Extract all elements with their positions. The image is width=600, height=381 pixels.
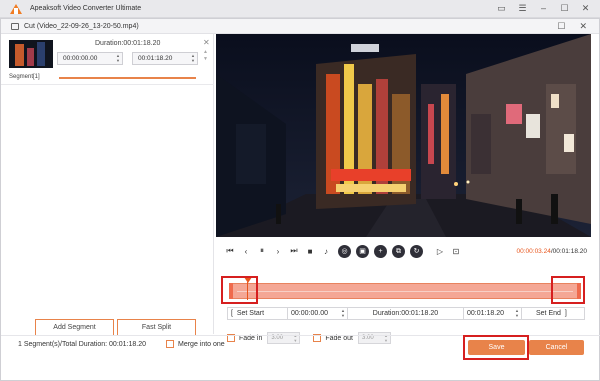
segment-duration: Duration:00:01:18.20 (95, 40, 161, 47)
spinner-icon[interactable]: ▲▼ (341, 308, 345, 318)
merge-checkbox[interactable] (166, 340, 174, 348)
end-time-input[interactable]: 00:01:18.20 ▲ ▼ (464, 308, 522, 319)
add-segment-button[interactable]: Add Segment (35, 319, 114, 336)
pause-icon[interactable]: ⏸ (258, 246, 266, 256)
save-highlight (463, 335, 529, 360)
app-title-bar: Apeaksoft Video Converter Ultimate ▭ ☰ –… (0, 0, 600, 18)
copy-icon[interactable]: ⧉ (392, 244, 405, 258)
clip-in-icon[interactable]: ▷ (436, 247, 444, 256)
trim-settings-row: [ Set Start 00:00:00.00 ▲ ▼ Duration:00:0… (227, 307, 585, 320)
spinner-icon[interactable]: ▲▼ (515, 308, 519, 318)
dialog-maximize-icon[interactable]: ☐ (557, 21, 565, 31)
dialog-title: Cut (Video_22-09-26_13-20-50.mp4) (24, 22, 139, 30)
segment-end-input[interactable]: 00:01:18.20 ▲ ▼ (132, 52, 198, 65)
video-frame-image (216, 34, 591, 237)
skip-end-icon[interactable]: ⏭ (290, 246, 298, 256)
minimize-icon[interactable]: – (539, 4, 548, 13)
end-handle-highlight (551, 276, 585, 304)
chat-icon[interactable]: ▭ (497, 4, 506, 13)
spinner-icon[interactable]: ▲▼ (191, 53, 195, 63)
cut-dialog: Cut (Video_22-09-26_13-20-50.mp4) ☐ ✕ Du… (0, 18, 600, 381)
fade-row: Fade in 3.00 ▲▼ Fade out 3.00 ▲▼ (227, 332, 391, 344)
rotate-icon[interactable]: ▣ (356, 244, 369, 258)
set-start-button[interactable]: [ Set Start (228, 308, 288, 319)
total-time: /00:01:18.20 (550, 247, 587, 255)
volume-icon[interactable]: ♪ (322, 247, 330, 256)
fade-out-input[interactable]: 3.00 ▲▼ (358, 332, 391, 344)
bracket-right-icon: ] (564, 310, 567, 317)
track-line (237, 291, 573, 292)
current-time: 00:00:03.24 (516, 247, 551, 255)
bracket-left-icon: [ (231, 310, 233, 317)
next-frame-icon[interactable]: › (274, 247, 282, 256)
fast-split-button[interactable]: Fast Split (117, 319, 196, 336)
prev-frame-icon[interactable]: ‹ (242, 247, 250, 256)
add-icon[interactable]: + (374, 244, 387, 258)
set-end-button[interactable]: Set End ] (522, 308, 584, 319)
move-down-icon[interactable]: ▼ (203, 56, 208, 62)
segment-thumbnail (9, 40, 53, 68)
stop-icon[interactable]: ■ (306, 247, 314, 256)
divider (1, 84, 214, 85)
maximize-icon[interactable]: ☐ (560, 4, 569, 13)
video-preview (216, 34, 591, 237)
menu-icon[interactable]: ☰ (518, 4, 527, 13)
segment-summary: 1 Segment(s)/Total Duration: 00:01:18.20 (18, 341, 147, 348)
clip-out-icon[interactable]: ⊡ (452, 247, 460, 256)
segment-panel: Duration:00:01:18.20 00:00:00.00 ▲ ▼ 00:0… (1, 34, 214, 336)
move-up-icon[interactable]: ▲ (203, 49, 208, 55)
film-icon (11, 22, 19, 30)
trim-duration: Duration:00:01:18.20 (348, 308, 464, 319)
merge-option[interactable]: Merge into one (166, 340, 225, 348)
start-time-input[interactable]: 00:00:00.00 ▲ ▼ (288, 308, 348, 319)
refresh-icon[interactable]: ↻ (410, 244, 423, 258)
dialog-close-icon[interactable]: ✕ (579, 21, 587, 31)
logo-icon (10, 3, 22, 14)
dialog-title-bar: Cut (Video_22-09-26_13-20-50.mp4) ☐ ✕ (1, 19, 599, 34)
close-icon[interactable]: ✕ (581, 4, 590, 13)
segment-close-icon[interactable]: ✕ (203, 38, 210, 47)
start-handle-highlight (221, 276, 258, 304)
fade-in-input[interactable]: 3.00 ▲▼ (267, 332, 301, 344)
segment-start-input[interactable]: 00:00:00.00 ▲ ▼ (57, 52, 123, 65)
skip-start-icon[interactable]: ⏮ (226, 246, 234, 256)
crop-icon[interactable]: ◎ (338, 244, 351, 258)
merge-label: Merge into one (178, 340, 225, 348)
spinner-icon[interactable]: ▲▼ (116, 53, 120, 63)
player-controls: ⏮ ‹ ⏸ › ⏭ ■ ♪ ◎ ▣ + ⧉ ↻ ▷ ⊡ 00:00:03.24 … (226, 244, 591, 258)
app-title: Apeaksoft Video Converter Ultimate (30, 5, 142, 12)
cancel-button[interactable]: Cancel (529, 340, 584, 355)
segment-label: Segment[1] (9, 74, 40, 80)
trim-track[interactable] (229, 283, 581, 299)
segment-progress-bar (59, 77, 196, 79)
